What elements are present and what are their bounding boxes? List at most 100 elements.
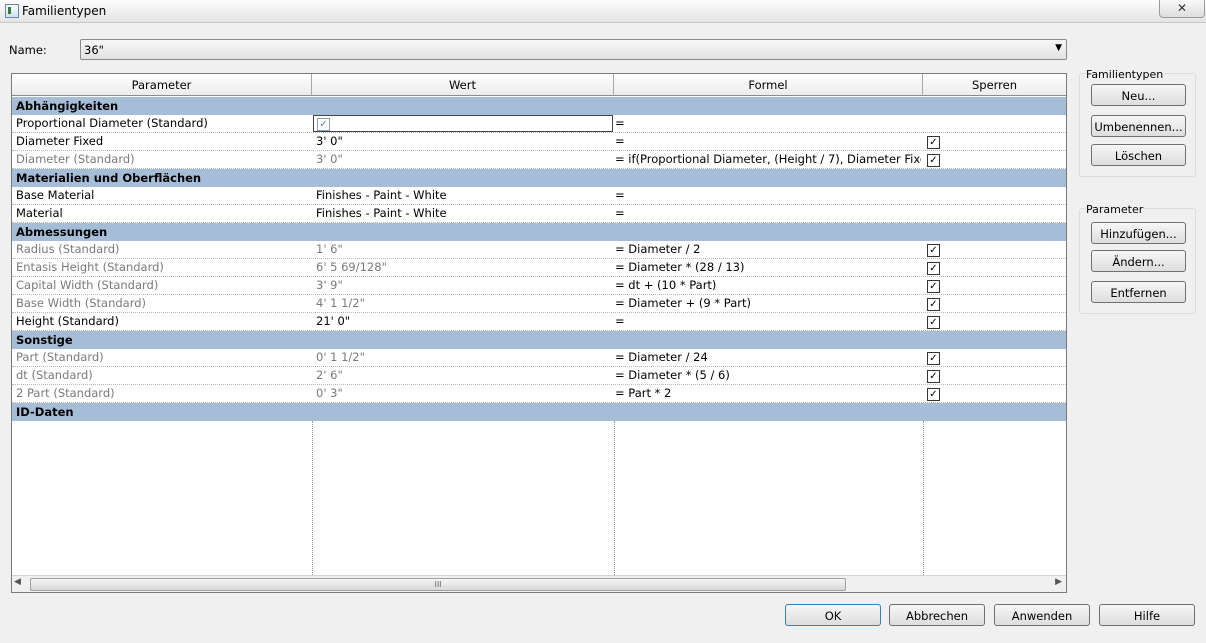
table-row[interactable]: Capital Width (Standard) 3' 9" = dt + (10 … [12, 277, 1066, 295]
lock-checkbox[interactable]: ✓ [927, 280, 940, 293]
lock-checkbox[interactable]: ✓ [927, 298, 940, 311]
scroll-left-icon[interactable]: ◀ [14, 577, 21, 587]
parameter-value[interactable]: Finishes - Paint - White [316, 205, 612, 222]
parameter-grid[interactable]: Parameter Wert Formel Sperren Abhängigke… [11, 73, 1067, 593]
horizontal-scrollbar[interactable]: ◀ III ▶ [12, 575, 1066, 592]
group-header[interactable]: Materialien und Oberflächen [12, 169, 1066, 187]
lock-checkbox[interactable]: ✓ [927, 370, 940, 383]
parameter-group-title: Parameter [1086, 203, 1144, 216]
table-row[interactable]: 2 Part (Standard) 0' 3" = Part * 2 ✓ [12, 385, 1066, 403]
parameter-name: Proportional Diameter (Standard) [16, 116, 208, 130]
lock-checkbox[interactable]: ✓ [927, 136, 940, 149]
name-dropdown-value: 36" [84, 43, 104, 57]
cancel-button[interactable]: Abbrechen [889, 604, 985, 626]
column-separator [312, 421, 314, 575]
remove-parameter-button[interactable]: Entfernen [1091, 281, 1186, 303]
table-row[interactable]: Height (Standard) 21' 0" = ✓ [12, 313, 1066, 331]
parameter-formula[interactable]: = Diameter + (9 * Part) [615, 295, 921, 312]
table-row[interactable]: Diameter (Standard) 3' 0" = if(Proportiona… [12, 151, 1066, 169]
table-row[interactable]: Entasis Height (Standard) 6' 5 69/128" = D… [12, 259, 1066, 277]
lock-checkbox[interactable]: ✓ [927, 316, 940, 329]
parameter-value[interactable]: 21' 0" [316, 313, 612, 330]
parameter-formula[interactable]: = if(Proportional Diameter, (Height / 7)… [615, 151, 921, 168]
parameter-formula[interactable]: = [615, 133, 921, 150]
title-bar: Familientypen ✕ [0, 0, 1206, 23]
lock-checkbox[interactable]: ✓ [927, 154, 940, 167]
lock-checkbox[interactable]: ✓ [927, 352, 940, 365]
group-header[interactable]: Abmessungen [12, 223, 1066, 241]
parameter-value[interactable]: 2' 6" [316, 367, 612, 384]
scroll-right-icon[interactable]: ▶ [1055, 577, 1062, 587]
parameter-formula[interactable]: = Diameter / 2 [615, 241, 921, 258]
table-row[interactable]: Part (Standard) 0' 1 1/2" = Diameter / 24 ✓ [12, 349, 1066, 367]
lock-checkbox[interactable]: ✓ [927, 262, 940, 275]
add-parameter-button[interactable]: Hinzufügen... [1091, 222, 1186, 244]
parameter-value[interactable]: 3' 0" [316, 133, 612, 150]
delete-type-button[interactable]: Löschen [1091, 144, 1186, 166]
new-type-button[interactable]: Neu... [1091, 84, 1186, 106]
name-label: Name: [9, 43, 47, 57]
table-row[interactable]: Diameter Fixed 3' 0" = ✓ [12, 133, 1066, 151]
familientypen-group-title: Familientypen [1086, 68, 1164, 81]
group-header[interactable]: ID-Daten [12, 403, 1066, 421]
parameter-formula[interactable]: = [615, 187, 921, 204]
column-header-parameter[interactable]: Parameter [12, 74, 312, 96]
parameter-formula[interactable]: = dt + (10 * Part) [615, 277, 921, 294]
parameter-name: Material [16, 206, 63, 220]
column-separator [923, 421, 925, 575]
parameter-formula[interactable]: = [615, 313, 921, 330]
group-header[interactable]: Abhängigkeiten [12, 97, 1066, 115]
table-row[interactable]: Base Material Finishes - Paint - White = [12, 187, 1066, 205]
parameter-value[interactable] [316, 115, 612, 132]
close-button[interactable]: ✕ [1159, 0, 1205, 18]
parameter-name: Entasis Height (Standard) [16, 260, 164, 274]
name-dropdown[interactable]: 36" ▼ [80, 39, 1067, 60]
column-header-formel[interactable]: Formel [614, 74, 923, 96]
parameter-name: dt (Standard) [16, 368, 93, 382]
parameter-name: Capital Width (Standard) [16, 278, 159, 292]
scroll-thumb[interactable]: III [30, 578, 846, 591]
parameter-name: Height (Standard) [16, 314, 119, 328]
chevron-down-icon[interactable]: ▼ [1055, 43, 1062, 53]
parameter-value[interactable]: Finishes - Paint - White [316, 187, 612, 204]
table-row[interactable]: Proportional Diameter (Standard) ✓ = [12, 115, 1066, 133]
value-checkbox[interactable]: ✓ [317, 118, 330, 131]
parameter-name: Radius (Standard) [16, 242, 120, 256]
table-row[interactable]: Material Finishes - Paint - White = [12, 205, 1066, 223]
parameter-name: Base Material [16, 188, 95, 202]
parameter-formula[interactable]: = [615, 205, 921, 222]
modify-parameter-button[interactable]: Ändern... [1091, 250, 1186, 272]
parameter-name: Part (Standard) [16, 350, 104, 364]
table-row[interactable]: Radius (Standard) 1' 6" = Diameter / 2 ✓ [12, 241, 1066, 259]
ok-button[interactable]: OK [785, 604, 881, 626]
parameter-value[interactable]: 0' 1 1/2" [316, 349, 612, 366]
group-header[interactable]: Sonstige [12, 331, 1066, 349]
parameter-formula[interactable]: = Diameter * (28 / 13) [615, 259, 921, 276]
parameter-name: Diameter Fixed [16, 134, 104, 148]
lock-checkbox[interactable]: ✓ [927, 388, 940, 401]
column-header-sperren[interactable]: Sperren [923, 74, 1066, 96]
help-button[interactable]: Hilfe [1099, 604, 1195, 626]
parameter-value[interactable]: 0' 3" [316, 385, 612, 402]
parameter-formula[interactable]: = Diameter / 24 [615, 349, 921, 366]
parameter-formula[interactable]: = [615, 115, 921, 132]
parameter-formula[interactable]: = Diameter * (5 / 6) [615, 367, 921, 384]
apply-button[interactable]: Anwenden [994, 604, 1090, 626]
parameter-value[interactable]: 1' 6" [316, 241, 612, 258]
parameter-value[interactable]: 3' 0" [316, 151, 612, 168]
parameter-name: Base Width (Standard) [16, 296, 147, 310]
parameter-formula[interactable]: = Part * 2 [615, 385, 921, 402]
table-row[interactable]: dt (Standard) 2' 6" = Diameter * (5 / 6) ✓ [12, 367, 1066, 385]
parameter-value[interactable]: 6' 5 69/128" [316, 259, 612, 276]
parameter-value[interactable]: 4' 1 1/2" [316, 295, 612, 312]
lock-checkbox[interactable]: ✓ [927, 244, 940, 257]
parameter-name: Diameter (Standard) [16, 152, 135, 166]
parameter-name: 2 Part (Standard) [16, 386, 115, 400]
column-separator [614, 421, 616, 575]
parameter-value[interactable]: 3' 9" [316, 277, 612, 294]
column-header-wert[interactable]: Wert [312, 74, 614, 96]
table-row[interactable]: Base Width (Standard) 4' 1 1/2" = Diameter… [12, 295, 1066, 313]
window-title: Familientypen [22, 4, 107, 18]
app-icon [5, 4, 19, 18]
rename-type-button[interactable]: Umbenennen... [1091, 115, 1186, 137]
